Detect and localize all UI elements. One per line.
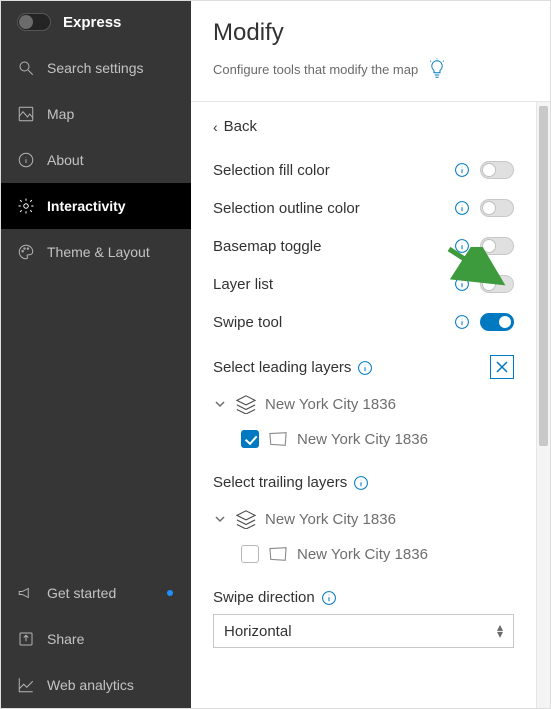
back-label: Back xyxy=(224,118,257,135)
sidebar-item-about[interactable]: About xyxy=(1,137,191,183)
sidebar-item-label: Map xyxy=(47,106,175,122)
setting-swipe-tool: Swipe tool xyxy=(191,303,536,341)
leading-layers-heading: Select leading layers xyxy=(191,341,536,386)
swipe-direction-select[interactable]: Horizontal ▴▾ xyxy=(213,614,514,648)
layers-icon xyxy=(235,394,257,414)
gear-icon xyxy=(17,197,35,215)
info-icon[interactable] xyxy=(321,590,337,606)
setting-label: Selection fill color xyxy=(213,162,444,179)
close-button[interactable] xyxy=(490,355,514,379)
sidebar-item-label: Theme & Layout xyxy=(47,244,175,260)
leading-layers-tree: New York City 1836 New York City 1836 xyxy=(191,386,536,456)
select-chevrons-icon: ▴▾ xyxy=(497,624,503,638)
sidebar-item-theme-layout[interactable]: Theme & Layout xyxy=(1,229,191,275)
page-title: Modify xyxy=(213,19,528,47)
setting-toggle[interactable] xyxy=(480,313,514,331)
sidebar-item-map[interactable]: Map xyxy=(1,91,191,137)
info-icon[interactable] xyxy=(353,475,369,491)
notification-dot xyxy=(167,590,173,596)
setting-toggle[interactable] xyxy=(480,237,514,255)
setting-toggle[interactable] xyxy=(480,199,514,217)
layer-icon xyxy=(267,545,289,563)
info-icon[interactable] xyxy=(454,314,470,330)
layer-checkbox[interactable] xyxy=(241,545,259,563)
lightbulb-icon[interactable] xyxy=(428,57,446,81)
express-mode-toggle[interactable] xyxy=(17,13,51,31)
chevron-down-icon xyxy=(213,397,227,411)
sidebar-item-label: Search settings xyxy=(47,60,175,76)
setting-selection-fill-color: Selection fill color xyxy=(191,151,536,189)
sidebar: Express Search settings Map About Intera xyxy=(1,1,191,708)
sidebar-item-web-analytics[interactable]: Web analytics xyxy=(1,662,191,708)
megaphone-icon xyxy=(17,584,35,602)
brand-label: Express xyxy=(63,14,121,31)
sidebar-item-label: Share xyxy=(47,631,175,647)
layer-group-label: New York City 1836 xyxy=(265,396,396,413)
map-icon xyxy=(17,105,35,123)
layer-child-row[interactable]: New York City 1836 xyxy=(213,422,514,456)
info-icon xyxy=(17,151,35,169)
header: Modify Configure tools that modify the m… xyxy=(191,1,550,102)
setting-label: Swipe tool xyxy=(213,314,444,331)
chevron-down-icon xyxy=(213,512,227,526)
select-value: Horizontal xyxy=(224,623,292,640)
info-icon[interactable] xyxy=(454,200,470,216)
sidebar-item-label: Web analytics xyxy=(47,677,175,693)
palette-icon xyxy=(17,243,35,261)
setting-basemap-toggle: Basemap toggle xyxy=(191,227,536,265)
share-icon xyxy=(17,630,35,648)
layer-checkbox[interactable] xyxy=(241,430,259,448)
layer-child-label: New York City 1836 xyxy=(297,431,428,448)
trailing-layers-heading: Select trailing layers xyxy=(191,456,536,501)
info-icon[interactable] xyxy=(454,238,470,254)
layers-icon xyxy=(235,509,257,529)
sidebar-item-label: About xyxy=(47,152,175,168)
setting-toggle[interactable] xyxy=(480,275,514,293)
search-icon xyxy=(17,59,35,77)
sidebar-item-label: Interactivity xyxy=(47,198,175,214)
express-row: Express xyxy=(1,1,191,45)
layer-group-row[interactable]: New York City 1836 xyxy=(213,386,514,422)
swipe-direction-label-row: Swipe direction xyxy=(191,571,536,614)
setting-label: Layer list xyxy=(213,276,444,293)
heading-label: Select trailing layers xyxy=(213,474,347,491)
layer-child-row[interactable]: New York City 1836 xyxy=(213,537,514,571)
info-icon[interactable] xyxy=(454,162,470,178)
sidebar-item-share[interactable]: Share xyxy=(1,616,191,662)
trailing-layers-tree: New York City 1836 New York City 1836 xyxy=(191,501,536,571)
swipe-direction-label: Swipe direction xyxy=(213,589,315,606)
scrollbar[interactable] xyxy=(536,102,550,708)
setting-toggle[interactable] xyxy=(480,161,514,179)
layer-group-row[interactable]: New York City 1836 xyxy=(213,501,514,537)
sidebar-item-search-settings[interactable]: Search settings xyxy=(1,45,191,91)
main-panel: Modify Configure tools that modify the m… xyxy=(191,1,550,708)
sidebar-item-interactivity[interactable]: Interactivity xyxy=(1,183,191,229)
layer-child-label: New York City 1836 xyxy=(297,546,428,563)
layer-icon xyxy=(267,430,289,448)
setting-label: Selection outline color xyxy=(213,200,444,217)
back-button[interactable]: ‹ Back xyxy=(191,102,536,151)
content: ‹ Back Selection fill color Selection ou… xyxy=(191,102,536,708)
setting-layer-list: Layer list xyxy=(191,265,536,303)
sidebar-item-label: Get started xyxy=(47,585,155,601)
heading-label: Select leading layers xyxy=(213,359,351,376)
setting-label: Basemap toggle xyxy=(213,238,444,255)
layer-group-label: New York City 1836 xyxy=(265,511,396,528)
setting-selection-outline-color: Selection outline color xyxy=(191,189,536,227)
info-icon[interactable] xyxy=(357,360,373,376)
info-icon[interactable] xyxy=(454,276,470,292)
chevron-left-icon: ‹ xyxy=(213,119,218,135)
analytics-icon xyxy=(17,676,35,694)
page-subtitle: Configure tools that modify the map xyxy=(213,62,418,77)
scrollbar-thumb[interactable] xyxy=(539,106,548,446)
sidebar-item-get-started[interactable]: Get started xyxy=(1,570,191,616)
